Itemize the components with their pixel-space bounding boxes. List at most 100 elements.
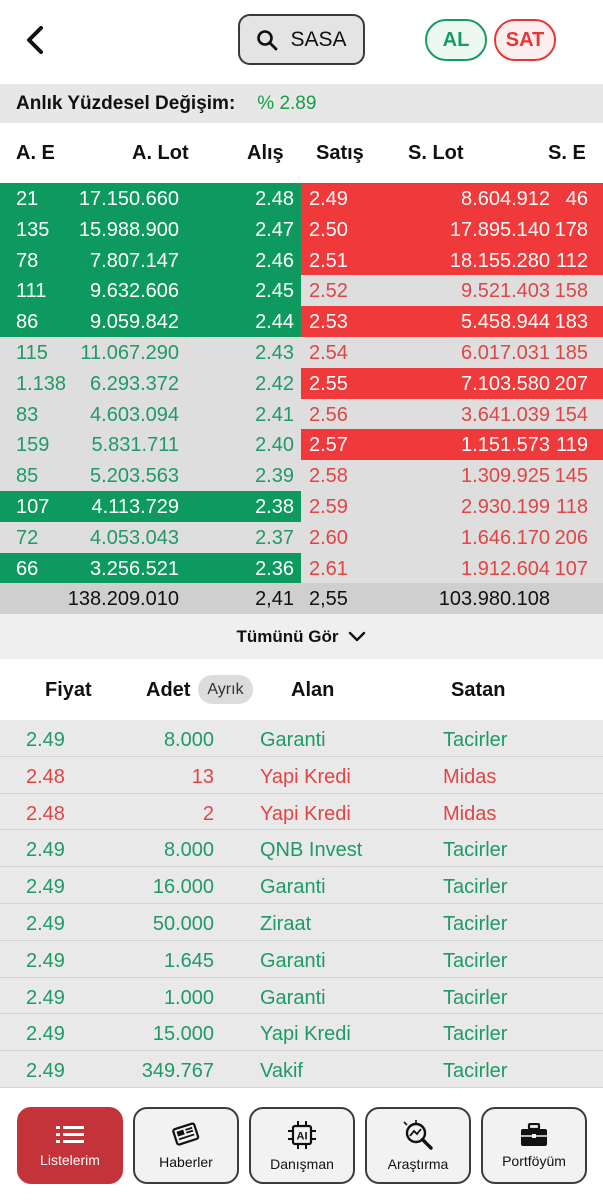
back-button[interactable] bbox=[18, 22, 52, 58]
nav-portfoyum[interactable]: Portföyüm bbox=[481, 1107, 587, 1184]
trade-seller: Tacirler bbox=[443, 986, 508, 1009]
bid-side[interactable]: 85 5.203.563 2.39 bbox=[0, 460, 301, 491]
chevron-left-icon bbox=[27, 26, 43, 54]
sell-order-count: 185 bbox=[554, 341, 588, 364]
bid-side[interactable]: 107 4.113.729 2.38 bbox=[0, 490, 301, 522]
trade-buyer: Yapi Kredi bbox=[260, 765, 351, 788]
order-book-row[interactable]: 159 5.831.711 2.40 2.57 1.151.573 119 bbox=[0, 429, 603, 461]
nav-label-danisman: Danışman bbox=[270, 1155, 334, 1172]
nav-listelerim[interactable]: Listelerim bbox=[17, 1107, 123, 1184]
trade-price: 2.49 bbox=[26, 912, 65, 935]
trade-price: 2.49 bbox=[26, 1023, 65, 1046]
bid-price: 2.48 bbox=[255, 188, 294, 210]
ask-side[interactable]: 2.57 1.151.573 119 bbox=[301, 429, 603, 461]
ask-price: 2.53 bbox=[309, 311, 348, 334]
order-book-row[interactable]: 107 4.113.729 2.38 2.59 2.930.199 118 bbox=[0, 490, 603, 522]
trade-price: 2.49 bbox=[26, 839, 65, 862]
bid-side[interactable]: 1.138 6.293.372 2.42 bbox=[0, 367, 301, 399]
bid-side[interactable]: 135 15.988.900 2.47 bbox=[0, 213, 301, 245]
trade-row[interactable]: 2.49 349.767 Vakif Tacirler bbox=[0, 1051, 603, 1088]
sell-lot: 18.155.280 bbox=[449, 249, 550, 272]
nav-danisman[interactable]: AI Danışman bbox=[249, 1107, 355, 1184]
ask-side[interactable]: 2.54 6.017.031 185 bbox=[301, 336, 603, 368]
column-header-sell-orders: S. E bbox=[548, 142, 586, 164]
nav-haberler[interactable]: Haberler bbox=[133, 1107, 239, 1184]
ask-price: 2.59 bbox=[309, 495, 348, 518]
quantity-mode-toggle[interactable]: Ayrık bbox=[198, 675, 253, 704]
bid-price: 2.40 bbox=[255, 434, 294, 457]
trade-row[interactable]: 2.49 1.645 Garanti Tacirler bbox=[0, 940, 603, 978]
trade-price: 2.49 bbox=[26, 876, 65, 899]
trade-buyer: Vakif bbox=[260, 1060, 303, 1083]
ask-price: 2.54 bbox=[309, 341, 348, 364]
ask-side[interactable]: 2.55 7.103.580 207 bbox=[301, 367, 603, 399]
order-book-row[interactable]: 83 4.603.094 2.41 2.56 3.641.039 154 bbox=[0, 398, 603, 430]
ask-side[interactable]: 2.60 1.646.170 206 bbox=[301, 521, 603, 553]
nav-label-arastirma: Araştırma bbox=[387, 1155, 449, 1172]
order-book-row[interactable]: 86 9.059.842 2.44 2.53 5.458.944 183 bbox=[0, 306, 603, 337]
bid-side[interactable]: 21 17.150.660 2.48 bbox=[0, 183, 301, 214]
symbol-label: SASA bbox=[290, 27, 347, 51]
column-header-sell-lot: S. Lot bbox=[408, 142, 464, 164]
trade-row[interactable]: 2.49 8.000 QNB Invest Tacirler bbox=[0, 830, 603, 868]
buy-order-count: 72 bbox=[16, 526, 39, 549]
trade-row[interactable]: 2.49 1.000 Garanti Tacirler bbox=[0, 977, 603, 1015]
trade-row[interactable]: 2.48 13 Yapi Kredi Midas bbox=[0, 756, 603, 794]
ask-side[interactable]: 2.49 8.604.912 46 bbox=[301, 183, 603, 214]
trade-buyer: Yapi Kredi bbox=[260, 1023, 351, 1046]
trade-row[interactable]: 2.49 50.000 Ziraat Tacirler bbox=[0, 903, 603, 941]
ask-side[interactable]: 2.53 5.458.944 183 bbox=[301, 306, 603, 337]
ask-side[interactable]: 2.56 3.641.039 154 bbox=[301, 398, 603, 430]
trade-row[interactable]: 2.49 15.000 Yapi Kredi Tacirler bbox=[0, 1014, 603, 1052]
buy-button[interactable]: AL bbox=[425, 19, 487, 61]
symbol-search-button[interactable]: SASA bbox=[238, 14, 365, 65]
bid-side[interactable]: 86 9.059.842 2.44 bbox=[0, 306, 301, 337]
order-book-row[interactable]: 111 9.632.606 2.45 2.52 9.521.403 158 bbox=[0, 275, 603, 307]
sell-lot: 5.458.944 bbox=[461, 311, 550, 334]
buy-lot: 9.632.606 bbox=[90, 280, 179, 303]
ask-side[interactable]: 2.59 2.930.199 118 bbox=[301, 490, 603, 522]
ask-price: 2.57 bbox=[309, 434, 348, 457]
bid-side[interactable]: 78 7.807.147 2.46 bbox=[0, 244, 301, 276]
order-book-row[interactable]: 135 15.988.900 2.47 2.50 17.895.140 178 bbox=[0, 213, 603, 245]
trade-row[interactable]: 2.48 2 Yapi Kredi Midas bbox=[0, 793, 603, 831]
trade-buyer: Garanti bbox=[260, 876, 326, 899]
trade-quantity: 2 bbox=[202, 802, 214, 825]
trade-row[interactable]: 2.49 8.000 Garanti Tacirler bbox=[0, 720, 603, 757]
percent-change-label: Anlık Yüzdesel Değişim: bbox=[16, 92, 236, 114]
trade-quantity: 15.000 bbox=[152, 1023, 214, 1046]
ask-side[interactable]: 2.51 18.155.280 112 bbox=[301, 244, 603, 276]
svg-text:AI: AI bbox=[297, 1130, 308, 1142]
bid-side[interactable]: 66 3.256.521 2.36 bbox=[0, 552, 301, 584]
ask-side[interactable]: 2.58 1.309.925 145 bbox=[301, 460, 603, 491]
order-book-row[interactable]: 78 7.807.147 2.46 2.51 18.155.280 112 bbox=[0, 244, 603, 276]
order-book-row[interactable]: 115 11.067.290 2.43 2.54 6.017.031 185 bbox=[0, 336, 603, 368]
order-book-row[interactable]: 1.138 6.293.372 2.42 2.55 7.103.580 207 bbox=[0, 367, 603, 399]
bid-side[interactable]: 83 4.603.094 2.41 bbox=[0, 398, 301, 430]
trade-row[interactable]: 2.49 16.000 Garanti Tacirler bbox=[0, 867, 603, 904]
bid-side[interactable]: 72 4.053.043 2.37 bbox=[0, 521, 301, 553]
sell-lot: 17.895.140 bbox=[449, 218, 550, 241]
order-book-row[interactable]: 21 17.150.660 2.48 2.49 8.604.912 46 bbox=[0, 183, 603, 214]
ask-side[interactable]: 2.61 1.912.604 107 bbox=[301, 552, 603, 584]
order-book-row[interactable]: 72 4.053.043 2.37 2.60 1.646.170 206 bbox=[0, 521, 603, 553]
ask-side[interactable]: 2.52 9.521.403 158 bbox=[301, 275, 603, 307]
newspaper-icon bbox=[172, 1121, 200, 1146]
trade-quantity: 8.000 bbox=[163, 729, 214, 751]
buy-lot: 5.203.563 bbox=[90, 465, 179, 488]
sell-button[interactable]: SAT bbox=[494, 19, 556, 61]
order-book-row[interactable]: 66 3.256.521 2.36 2.61 1.912.604 107 bbox=[0, 552, 603, 584]
sell-lot: 3.641.039 bbox=[461, 403, 550, 426]
order-book-row[interactable]: 85 5.203.563 2.39 2.58 1.309.925 145 bbox=[0, 460, 603, 491]
bid-side[interactable]: 111 9.632.606 2.45 bbox=[0, 275, 301, 307]
bid-side[interactable]: 159 5.831.711 2.40 bbox=[0, 429, 301, 461]
ask-side[interactable]: 2.50 17.895.140 178 bbox=[301, 213, 603, 245]
buy-lot: 9.059.842 bbox=[90, 311, 179, 334]
see-all-button[interactable]: Tümünü Gör bbox=[0, 614, 603, 659]
nav-label-listelerim: Listelerim bbox=[40, 1151, 100, 1168]
nav-arastirma[interactable]: Araştırma bbox=[365, 1107, 471, 1184]
trade-quantity: 50.000 bbox=[152, 912, 214, 935]
ask-price: 2.49 bbox=[309, 188, 348, 210]
bid-side[interactable]: 115 11.067.290 2.43 bbox=[0, 336, 301, 368]
column-header-price: Fiyat bbox=[45, 679, 92, 701]
